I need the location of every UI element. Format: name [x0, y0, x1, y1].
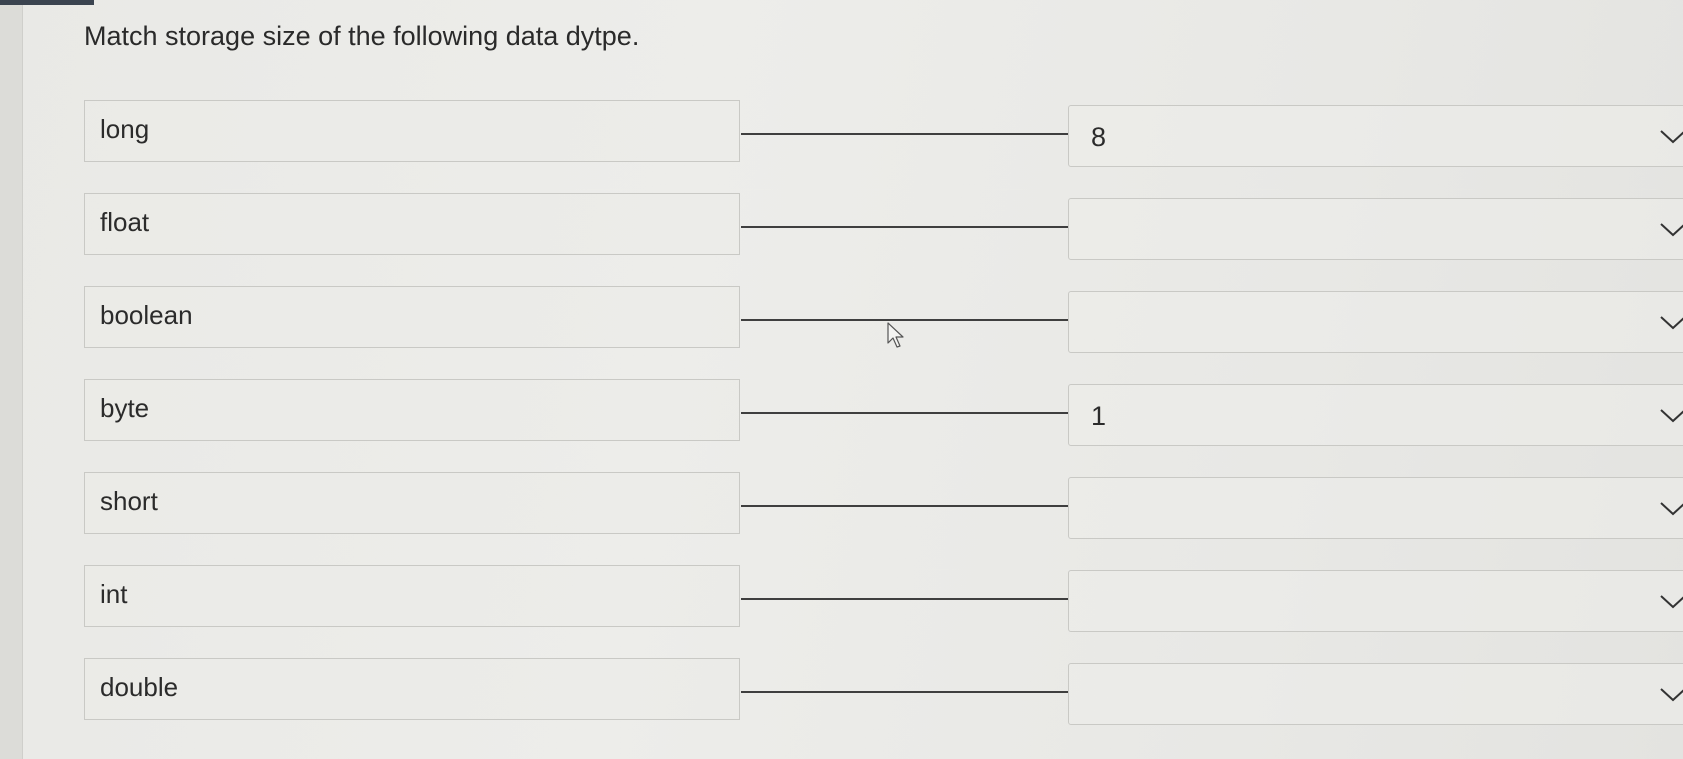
term-label: long — [100, 114, 150, 144]
term-label: byte — [100, 393, 150, 423]
chevron-down-icon — [1660, 409, 1683, 423]
chevron-down-icon — [1660, 502, 1683, 516]
term-box: double — [84, 658, 740, 720]
term-label: double — [100, 672, 179, 702]
term-label: short — [100, 486, 158, 516]
connector-line — [741, 412, 1068, 414]
match-pair-byte: byte 1 — [0, 379, 1683, 449]
term-box: long — [84, 100, 740, 162]
connector-line — [741, 226, 1068, 228]
match-pair-long: long 8 — [0, 100, 1683, 170]
answer-select[interactable]: 8 — [1068, 105, 1683, 167]
answer-select[interactable] — [1068, 477, 1683, 539]
connector-line — [741, 598, 1068, 600]
chevron-down-icon — [1660, 223, 1683, 237]
chevron-down-icon — [1660, 316, 1683, 330]
match-pair-short: short — [0, 472, 1683, 542]
answer-select[interactable] — [1068, 291, 1683, 353]
answer-select[interactable] — [1068, 198, 1683, 260]
match-pair-float: float — [0, 193, 1683, 263]
answer-select[interactable] — [1068, 663, 1683, 725]
chevron-down-icon — [1660, 595, 1683, 609]
answer-select[interactable] — [1068, 570, 1683, 632]
term-label: boolean — [100, 300, 193, 330]
matching-question: long 8 float boolean byte 1 short int do… — [0, 0, 1683, 759]
selected-value: 8 — [1091, 122, 1107, 152]
term-box: int — [84, 565, 740, 627]
chevron-down-icon — [1660, 130, 1683, 144]
answer-select[interactable]: 1 — [1068, 384, 1683, 446]
term-label: int — [100, 579, 128, 609]
term-box: short — [84, 472, 740, 534]
mouse-pointer-icon — [887, 322, 904, 348]
connector-line — [741, 133, 1068, 135]
term-box: float — [84, 193, 740, 255]
term-box: boolean — [84, 286, 740, 348]
selected-value: 1 — [1091, 401, 1107, 431]
connector-line — [741, 319, 1068, 321]
match-pair-double: double — [0, 658, 1683, 728]
connector-line — [741, 505, 1068, 507]
term-label: float — [100, 207, 150, 237]
match-pair-boolean: boolean — [0, 286, 1683, 356]
chevron-down-icon — [1660, 688, 1683, 702]
match-pair-int: int — [0, 565, 1683, 635]
connector-line — [741, 691, 1068, 693]
term-box: byte — [84, 379, 740, 441]
